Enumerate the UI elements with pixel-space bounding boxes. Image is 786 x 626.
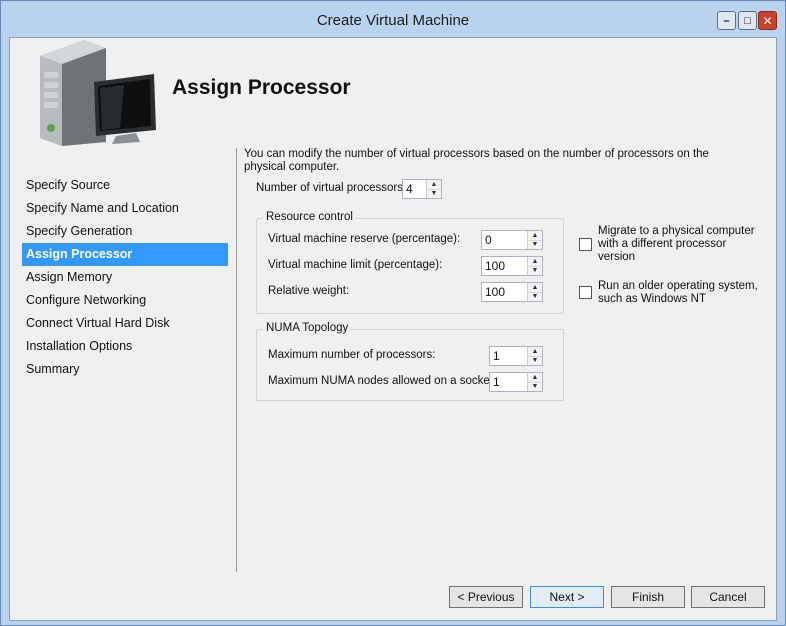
wizard-steps-nav: Specify Source Specify Name and Location…: [22, 174, 228, 381]
relative-weight-value[interactable]: 100: [482, 283, 527, 301]
nav-step-specify-name-location[interactable]: Specify Name and Location: [22, 197, 228, 220]
nav-step-connect-vhd[interactable]: Connect Virtual Hard Disk: [22, 312, 228, 335]
nav-step-installation-options[interactable]: Installation Options: [22, 335, 228, 358]
max-processors-value[interactable]: 1: [490, 347, 527, 365]
server-computer-icon: [40, 40, 156, 146]
minimize-button[interactable]: –: [717, 11, 736, 30]
num-processors-spinner[interactable]: 4 ▲ ▼: [402, 179, 442, 199]
next-button[interactable]: Next >: [530, 586, 604, 608]
nav-step-specify-generation[interactable]: Specify Generation: [22, 220, 228, 243]
finish-button[interactable]: Finish: [611, 586, 685, 608]
spin-down-icon[interactable]: ▼: [528, 381, 542, 391]
nav-divider: [236, 148, 237, 572]
minimize-icon: –: [723, 14, 730, 27]
numa-topology-title: NUMA Topology: [263, 322, 352, 334]
migrate-checkbox-label[interactable]: Migrate to a physical computer with a di…: [598, 225, 758, 264]
spin-up-icon[interactable]: ▲: [528, 373, 542, 382]
close-icon: ✕: [762, 13, 773, 28]
nav-step-specify-source[interactable]: Specify Source: [22, 174, 228, 197]
maximize-icon: □: [744, 14, 751, 27]
spin-down-icon[interactable]: ▼: [528, 355, 542, 365]
spin-down-icon[interactable]: ▼: [528, 265, 542, 275]
nav-step-summary[interactable]: Summary: [22, 358, 228, 381]
window-title: Create Virtual Machine: [316, 12, 470, 29]
max-processors-spinner[interactable]: 1 ▲ ▼: [489, 346, 543, 366]
num-processors-value[interactable]: 4: [403, 180, 426, 198]
spin-down-icon[interactable]: ▼: [528, 239, 542, 249]
vm-reserve-value[interactable]: 0: [482, 231, 527, 249]
max-numa-nodes-value[interactable]: 1: [490, 373, 527, 391]
num-processors-label: Number of virtual processors:: [256, 182, 407, 194]
processor-settings-panel: You can modify the number of virtual pro…: [242, 148, 772, 578]
close-button[interactable]: ✕: [758, 11, 777, 30]
max-numa-nodes-label: Maximum NUMA nodes allowed on a socket:: [268, 375, 497, 387]
nav-step-assign-memory[interactable]: Assign Memory: [22, 266, 228, 289]
previous-button[interactable]: < Previous: [449, 586, 523, 608]
cancel-button[interactable]: Cancel: [691, 586, 765, 608]
create-vm-window: Create Virtual Machine – □ ✕ Assign Proc…: [0, 0, 786, 626]
nav-step-assign-processor[interactable]: Assign Processor: [22, 243, 228, 266]
description-text: You can modify the number of virtual pro…: [244, 148, 709, 173]
spin-up-icon[interactable]: ▲: [528, 257, 542, 266]
resource-control-title: Resource control: [263, 211, 356, 223]
older-os-checkbox-label[interactable]: Run an older operating system, such as W…: [598, 280, 758, 306]
spin-down-icon[interactable]: ▼: [427, 188, 441, 198]
older-os-checkbox[interactable]: [579, 286, 592, 299]
relative-weight-spinner[interactable]: 100 ▲ ▼: [481, 282, 543, 302]
nav-step-configure-networking[interactable]: Configure Networking: [22, 289, 228, 312]
vm-reserve-label: Virtual machine reserve (percentage):: [268, 233, 461, 245]
migrate-checkbox[interactable]: [579, 238, 592, 251]
relative-weight-label: Relative weight:: [268, 285, 350, 297]
max-processors-label: Maximum number of processors:: [268, 349, 436, 361]
spin-down-icon[interactable]: ▼: [528, 291, 542, 301]
maximize-button[interactable]: □: [738, 11, 757, 30]
wizard-header: Assign Processor: [10, 38, 776, 146]
title-bar[interactable]: Create Virtual Machine – □ ✕: [1, 1, 785, 37]
spin-up-icon[interactable]: ▲: [528, 347, 542, 356]
spin-up-icon[interactable]: ▲: [427, 180, 441, 189]
vm-reserve-spinner[interactable]: 0 ▲ ▼: [481, 230, 543, 250]
numa-topology-group: NUMA Topology Maximum number of processo…: [256, 322, 564, 401]
max-numa-nodes-spinner[interactable]: 1 ▲ ▼: [489, 372, 543, 392]
vm-limit-spinner[interactable]: 100 ▲ ▼: [481, 256, 543, 276]
page-heading: Assign Processor: [172, 76, 351, 99]
spin-up-icon[interactable]: ▲: [528, 283, 542, 292]
vm-limit-label: Virtual machine limit (percentage):: [268, 259, 443, 271]
spin-up-icon[interactable]: ▲: [528, 231, 542, 240]
resource-control-group: Resource control Virtual machine reserve…: [256, 211, 564, 314]
vm-limit-value[interactable]: 100: [482, 257, 527, 275]
wizard-client-area: Assign Processor Specify Source Specify …: [9, 37, 777, 621]
